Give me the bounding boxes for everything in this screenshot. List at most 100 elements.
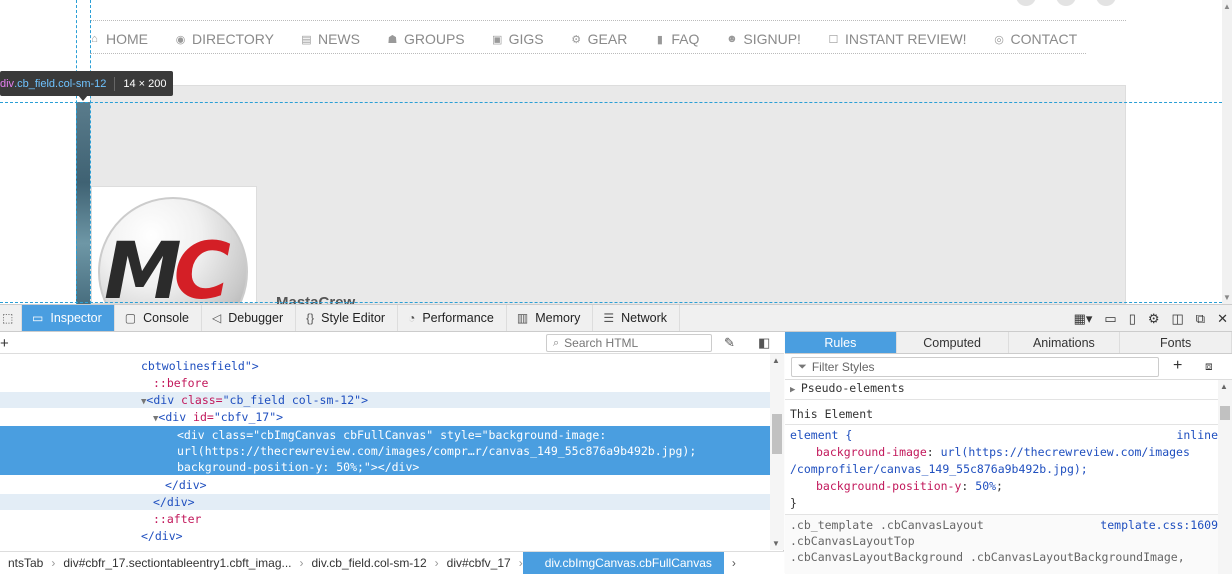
scroll-up-icon[interactable]: ▲: [1220, 382, 1228, 391]
memory-icon: ▥: [516, 311, 529, 325]
breadcrumb-scroll-right-icon[interactable]: ›: [724, 552, 736, 574]
search-html-input[interactable]: [564, 336, 705, 350]
tab-label: Style Editor: [321, 311, 386, 325]
rules-view[interactable]: ▶ Pseudo-elements This Element element {…: [785, 380, 1218, 574]
markup-line[interactable]: </div>: [0, 528, 770, 544]
avatar[interactable]: MC: [98, 197, 248, 303]
breadcrumb-item[interactable]: div#cbfr_17.sectiontableentry1.cbft_imag…: [55, 552, 303, 574]
tab-rules[interactable]: Rules: [785, 332, 897, 353]
infobar-arrow: [78, 95, 88, 101]
social-icon[interactable]: [1096, 0, 1116, 6]
pseudo-elements-toggle[interactable]: ▶ Pseudo-elements: [790, 380, 1218, 397]
rules-sidebar: RulesComputedAnimationsFonts ⏷ + ⧈ ▶ Pse…: [785, 332, 1232, 574]
devtools-toolbar: ⬚ ▭ Inspector ▢ Console ◁ Debugger {} Style Edi…: [0, 305, 1232, 332]
tab-debugger[interactable]: ◁ Debugger: [202, 305, 297, 331]
rule-declaration[interactable]: background-position-y: 50%;: [790, 478, 1218, 495]
rule-source[interactable]: template.css:1609: [1100, 517, 1218, 534]
breadcrumb-item[interactable]: ntsTab: [0, 552, 56, 574]
undock-icon[interactable]: ⧉: [1196, 311, 1205, 327]
rule-selector[interactable]: element {inline: [790, 427, 1218, 444]
css-value[interactable]: url(https://thecrewreview.com/images: [941, 445, 1190, 459]
filter-styles-field[interactable]: ⏷: [791, 357, 1159, 377]
nav-item-groups[interactable]: ☗ GROUPS: [386, 29, 465, 49]
scroll-up-icon[interactable]: ▲: [772, 356, 780, 365]
print-media-icon[interactable]: ⧈: [1205, 359, 1213, 374]
scrollbar-thumb[interactable]: [772, 414, 782, 454]
nav-item-gigs[interactable]: ▣ GIGS: [491, 29, 544, 49]
rule-selector[interactable]: .cbCanvasLayoutTop: [790, 533, 1218, 550]
tab-animations[interactable]: Animations: [1009, 332, 1121, 353]
breadcrumb: ntsTabdiv#cbfr_17.sectiontableentry1.cbf…: [0, 551, 784, 574]
markup-view[interactable]: cbtwolinesfield"> ::before ▼<div class="…: [0, 354, 770, 550]
network-icon: ☰: [603, 311, 615, 325]
tab-computed[interactable]: Computed: [897, 332, 1009, 353]
nav-item-signup[interactable]: ☻ SIGNUP!: [725, 29, 801, 49]
eyedropper-icon[interactable]: ✎: [724, 335, 735, 351]
performance-icon: ◔: [408, 311, 416, 325]
markup-line[interactable]: cbtwolinesfield">: [0, 358, 770, 374]
tab-label: Inspector: [50, 311, 102, 325]
split-console-icon[interactable]: ▯: [1129, 311, 1136, 327]
css-value[interactable]: /comprofiler/canvas_149_55c876a9b492b.jp…: [790, 462, 1088, 476]
breadcrumb-item[interactable]: div.cbImgCanvas.cbFullCanvas: [522, 552, 724, 574]
markup-attr-value: "cbfv_17": [213, 410, 277, 424]
pseudo-elements-label: Pseudo-elements: [800, 381, 905, 395]
tab-style-editor[interactable]: {} Style Editor: [296, 305, 399, 331]
social-icon[interactable]: [1016, 0, 1036, 6]
nav-item-faq[interactable]: ▮ FAQ: [653, 29, 700, 49]
tab-performance[interactable]: ◔ Performance: [398, 305, 507, 331]
markup-tag: <div: [158, 410, 194, 424]
markup-line[interactable]: ::before: [0, 375, 770, 391]
settings-gear-icon[interactable]: ⚙: [1148, 311, 1160, 327]
markup-line[interactable]: ▼<div id="cbfv_17">: [0, 409, 770, 425]
scroll-down-icon[interactable]: ▼: [1222, 293, 1232, 302]
page-scrollbar[interactable]: ▲ ▼: [1222, 0, 1232, 304]
selected-node[interactable]: <div class="cbImgCanvas cbFullCanvas" st…: [0, 426, 770, 475]
dock-side-icon[interactable]: ◫: [1172, 311, 1184, 327]
rule-declaration[interactable]: background-image: url(https://thecrewrev…: [790, 444, 1218, 461]
element-picker-button[interactable]: ⬚: [0, 305, 22, 331]
frame-select-icon[interactable]: ▦▾: [1074, 311, 1093, 327]
nav-item-gear[interactable]: ⚙ GEAR: [570, 29, 627, 49]
nav-item-news[interactable]: ▤ NEWS: [300, 29, 360, 49]
rule-selector[interactable]: .cb_template .cbCanvasLayout template.css…: [790, 517, 1218, 534]
markup-line[interactable]: ▼<div class="cb_field col-sm-12">: [0, 392, 770, 408]
nav-item-instant-review[interactable]: ☐ INSTANT REVIEW!: [827, 29, 967, 49]
tab-memory[interactable]: ▥ Memory: [507, 305, 594, 331]
markup-scrollbar[interactable]: ▲ ▼: [770, 354, 784, 550]
markup-line[interactable]: ::after: [0, 511, 770, 527]
nav-item-directory[interactable]: ◉ DIRECTORY: [174, 29, 274, 49]
breadcrumb-item[interactable]: div#cbfv_17: [439, 552, 523, 574]
css-property[interactable]: background-position-y: [816, 479, 961, 493]
rules-scrollbar[interactable]: ▲: [1218, 380, 1232, 574]
toggle-sidebar-icon[interactable]: ◧: [758, 335, 770, 351]
rule-source[interactable]: inline: [1176, 427, 1218, 444]
filter-styles-input[interactable]: [811, 360, 1152, 374]
markup-line[interactable]: </div>: [0, 477, 770, 493]
add-rule-icon[interactable]: +: [1173, 357, 1182, 375]
scroll-down-icon[interactable]: ▼: [772, 539, 780, 548]
search-html-field[interactable]: ⌕: [546, 334, 712, 352]
breadcrumb-item[interactable]: div.cb_field.col-sm-12: [304, 552, 439, 574]
tab-fonts[interactable]: Fonts: [1120, 332, 1232, 353]
scroll-up-icon[interactable]: ▲: [1222, 2, 1232, 11]
rule-close-brace: }: [790, 496, 797, 510]
css-value[interactable]: 50%: [975, 479, 996, 493]
close-icon[interactable]: ✕: [1217, 311, 1228, 327]
social-icon[interactable]: [1056, 0, 1076, 6]
add-node-icon[interactable]: +: [0, 335, 9, 352]
sidebar-tabs: Rules Computed Animations Fonts: [785, 332, 1232, 354]
scrollbar-thumb[interactable]: [1220, 406, 1230, 420]
css-property[interactable]: background-image: [816, 445, 927, 459]
tab-label: Console: [143, 311, 189, 325]
nav-item-label: GROUPS: [403, 31, 465, 47]
social-icons: [1016, 0, 1116, 6]
nav-item-contact[interactable]: ◎ CONTACT: [993, 29, 1077, 49]
rule-selector[interactable]: .cbCanvasLayoutBackground .cbCanvasLayou…: [790, 549, 1218, 566]
tab-inspector[interactable]: ▭ Inspector: [22, 305, 115, 331]
markup-line[interactable]: </div>: [0, 494, 770, 510]
tab-network[interactable]: ☰ Network: [593, 305, 680, 331]
nav-item-home[interactable]: ⌂ HOME: [88, 29, 148, 49]
tab-console[interactable]: ▢ Console: [115, 305, 202, 331]
responsive-mode-icon[interactable]: ▭: [1104, 311, 1116, 327]
